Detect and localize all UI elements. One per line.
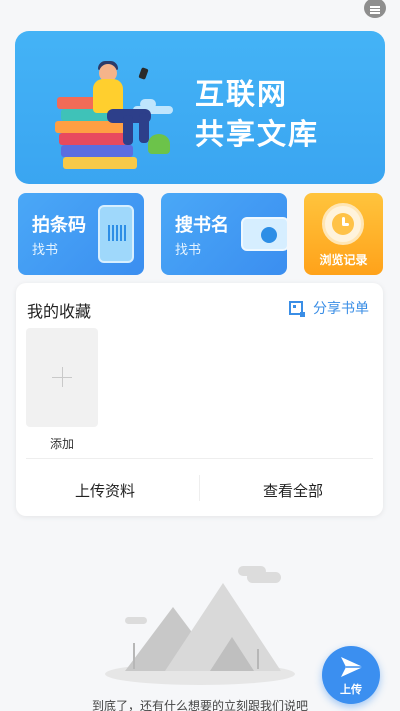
menu-button[interactable]	[364, 0, 386, 18]
banner-title-line1: 互联网	[195, 77, 289, 111]
menu-icon	[370, 6, 380, 14]
scan-barcode-button[interactable]: 拍条码 找书	[18, 193, 144, 275]
clock-icon	[322, 203, 364, 245]
search-title-sub: 找书	[175, 243, 202, 258]
upload-material-button[interactable]: 上传资料	[20, 480, 190, 501]
plant-decoration	[148, 134, 170, 154]
view-all-button[interactable]: 查看全部	[208, 480, 378, 501]
reader-figure	[93, 79, 123, 113]
empty-state-illustration	[105, 560, 305, 685]
upload-fab-label: 上传	[340, 683, 362, 696]
collection-title: 我的收藏	[27, 302, 92, 321]
upload-fab-button[interactable]: 上传	[322, 646, 380, 704]
browse-history-label: 浏览记录	[319, 253, 368, 267]
barcode-icon	[98, 205, 134, 263]
search-icon	[241, 217, 287, 251]
share-booklist-button[interactable]: 分享书单	[289, 298, 369, 318]
banner-title-line2: 共享文库	[195, 117, 320, 151]
divider	[199, 475, 200, 501]
paper-plane-icon	[341, 657, 363, 677]
hero-banner[interactable]: 互联网 共享文库	[15, 31, 385, 184]
divider	[26, 458, 373, 459]
browse-history-button[interactable]: 浏览记录	[304, 193, 383, 275]
scan-barcode-sub: 找书	[32, 243, 59, 258]
add-collection-tile[interactable]	[26, 328, 98, 427]
search-title-title: 搜书名	[175, 215, 229, 236]
add-label: 添加	[49, 437, 74, 451]
share-booklist-label: 分享书单	[313, 301, 369, 317]
search-title-button[interactable]: 搜书名 找书	[161, 193, 287, 275]
phone-icon	[138, 67, 149, 80]
qr-icon	[289, 301, 305, 317]
scan-barcode-title: 拍条码	[32, 215, 86, 236]
my-collection-card: 我的收藏 分享书单 添加 上传资料 查看全部	[16, 283, 383, 516]
